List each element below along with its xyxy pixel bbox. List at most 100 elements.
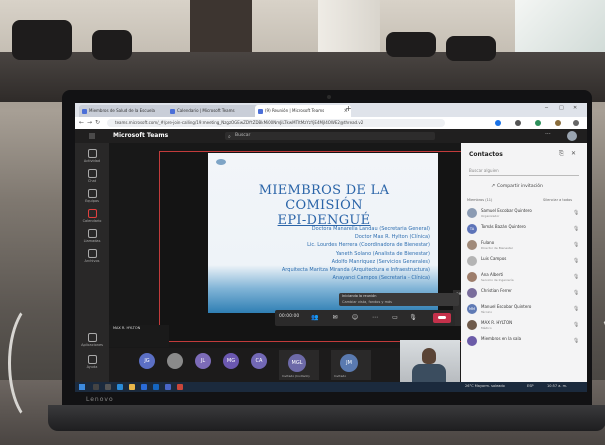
rail-item-help[interactable]: Ayuda xyxy=(75,355,109,369)
chat-icon xyxy=(87,169,97,178)
teams-icon[interactable] xyxy=(165,384,171,390)
clock[interactable]: 10:57 a. m. xyxy=(547,384,567,388)
share-invite-button[interactable]: ↗ Compartir invitación xyxy=(491,183,543,189)
rail-item-files[interactable]: Archivos xyxy=(75,249,109,263)
rail-item-calendar[interactable]: Calendario xyxy=(75,209,109,223)
list-item: Doctor Max R. Hylton (Clínica) xyxy=(354,234,430,241)
rail-item-apps[interactable]: Aplicaciones xyxy=(75,333,109,347)
avatar: MM xyxy=(467,304,477,314)
task-view-icon[interactable] xyxy=(105,384,111,390)
participant-tile[interactable]: MGL Invitado (Invitado) xyxy=(279,350,319,380)
participant-avatar[interactable]: MG xyxy=(223,353,239,369)
rail-item-activity[interactable]: Actividad xyxy=(75,149,109,163)
minimize-icon[interactable]: ─ xyxy=(545,105,548,111)
plus-icon[interactable]: + xyxy=(345,104,352,113)
participant-avatar[interactable] xyxy=(167,353,183,369)
rail-item-chat[interactable]: Chat xyxy=(75,169,109,183)
pop-out-icon[interactable]: ⎘ xyxy=(559,150,564,158)
participant-avatar[interactable]: CA xyxy=(251,353,267,369)
presentation-slide: MIEMBROS DE LA COMISIÓN EPI-DENGUÉ Docto… xyxy=(208,153,438,313)
address-input[interactable]: teams.microsoft.com/_#/pre-join-calling/… xyxy=(107,119,445,127)
avatar: TA xyxy=(467,224,477,234)
slide-title: MIEMBROS DE LA COMISIÓN EPI-DENGUÉ xyxy=(258,183,390,228)
contact-row[interactable]: Luis Campos 🎙 xyxy=(467,255,583,269)
camera-icon[interactable]: ▭ xyxy=(391,314,399,322)
weather-widget[interactable]: 26°C Mayorm. soleado xyxy=(465,384,505,388)
contact-row[interactable]: Christian Ferrer 🎙 xyxy=(467,287,583,301)
contact-row[interactable]: Ana Alberti Servicio de Ingeniería 🎙 xyxy=(467,271,583,285)
extension-icon[interactable] xyxy=(495,120,501,126)
contact-row[interactable]: Samuel Escobar Quintero Organizador 🎙 xyxy=(467,207,583,221)
back-icon[interactable]: ← xyxy=(79,119,84,126)
forward-icon[interactable]: → xyxy=(87,119,92,126)
list-item: Arquitecta Maritza Miranda (Arquitectura… xyxy=(281,267,430,274)
reactions-icon[interactable]: ☺ xyxy=(351,314,359,322)
mail-icon[interactable] xyxy=(153,384,159,390)
app-launcher-icon[interactable] xyxy=(89,133,95,139)
participant-tile[interactable]: JM Invitado xyxy=(331,350,371,380)
folder-icon[interactable] xyxy=(129,384,135,390)
leave-button[interactable] xyxy=(433,313,451,323)
laptop-base xyxy=(48,405,605,431)
help-icon xyxy=(87,355,97,364)
person-head xyxy=(422,348,436,364)
reload-icon[interactable]: ↻ xyxy=(95,119,100,126)
person-body xyxy=(412,364,446,382)
star-icon[interactable] xyxy=(515,120,521,126)
teams-app-rail: Actividad Chat Equipos Calendario Llamad… xyxy=(75,143,109,382)
contact-row[interactable]: Fulano Director de Bienestar 🎙 xyxy=(467,239,583,253)
participants-icon[interactable]: 👥 xyxy=(311,314,319,322)
mute-all-button[interactable]: Silenciar a todos xyxy=(543,198,572,202)
search-icon[interactable] xyxy=(93,384,99,390)
more-options-icon[interactable]: ··· xyxy=(545,131,551,138)
browser-tab[interactable]: Calendario | Microsoft Teams × xyxy=(167,105,263,117)
teams-favicon-icon xyxy=(258,109,263,114)
edge-icon[interactable] xyxy=(117,384,123,390)
microphone-off-icon[interactable]: 🎙 xyxy=(573,226,579,232)
search-input[interactable]: ⌕ Buscar xyxy=(225,132,435,140)
participant-avatar[interactable]: JL xyxy=(195,353,211,369)
profile-icon[interactable] xyxy=(555,120,561,126)
contact-row[interactable]: MAX R. HYLTON Médico 🎙 xyxy=(467,319,583,333)
laptop-screen: Miembros de Salud de la Escuela × Calend… xyxy=(75,103,587,392)
close-icon[interactable]: ✕ xyxy=(571,150,576,157)
contact-row[interactable]: Miembros en la sala 🎙 xyxy=(467,335,583,349)
browser-tab[interactable]: Miembros de Salud de la Escuela × xyxy=(79,105,175,117)
list-item: Adolfo Manriquez (Servicios Generales) xyxy=(331,258,430,265)
list-item: Doctora Manarella Landau (Secretaria Gen… xyxy=(311,226,430,232)
microphone-icon[interactable]: 🎙 xyxy=(409,314,417,322)
list-item: Yaneth Solano (Analista de Bienestar) xyxy=(335,250,430,257)
teams-favicon-icon xyxy=(170,109,175,114)
windows-taskbar: 26°C Mayorm. soleado ESP 10:57 a. m. xyxy=(75,382,587,392)
contact-row[interactable]: TA Tomás Bazán Quintero 🎙 xyxy=(467,223,583,237)
microphone-off-icon[interactable]: 🎙 xyxy=(573,306,579,312)
windows-start-icon[interactable] xyxy=(79,384,85,390)
avatar[interactable] xyxy=(567,131,577,141)
microphone-off-icon[interactable]: 🎙 xyxy=(573,290,579,296)
contact-row[interactable]: MM Manuel Escobar Quintero Técnico 🎙 xyxy=(467,303,583,317)
microphone-off-icon[interactable]: 🎙 xyxy=(573,338,579,344)
maximize-icon[interactable]: □ xyxy=(559,105,564,111)
store-icon[interactable] xyxy=(141,384,147,390)
rail-item-teams[interactable]: Equipos xyxy=(75,189,109,203)
group-header[interactable]: Miembros (11) xyxy=(467,198,492,202)
microphone-off-icon[interactable]: 🎙 xyxy=(573,322,579,328)
chair xyxy=(12,20,72,60)
apps-icon xyxy=(87,333,97,342)
browser-tab-active[interactable]: (9) Reunión | Microsoft Teams × xyxy=(255,105,351,117)
language-indicator[interactable]: ESP xyxy=(527,384,534,388)
chrome-icon[interactable] xyxy=(177,384,183,390)
contacts-search-input[interactable]: Buscar alguien xyxy=(469,167,579,176)
microphone-off-icon[interactable]: 🎙 xyxy=(573,274,579,280)
chair xyxy=(92,30,132,60)
chat-icon[interactable]: ✉ xyxy=(331,314,339,322)
participant-avatar[interactable]: JG xyxy=(139,353,155,369)
extension-icon[interactable] xyxy=(535,120,541,126)
microphone-off-icon[interactable]: 🎙 xyxy=(573,242,579,248)
microphone-off-icon[interactable]: 🎙 xyxy=(573,210,579,216)
more-icon[interactable]: ⋯ xyxy=(371,314,379,322)
rail-item-calls[interactable]: Llamadas xyxy=(75,229,109,243)
microphone-off-icon[interactable]: 🎙 xyxy=(573,258,579,264)
menu-icon[interactable] xyxy=(573,120,579,126)
close-window-icon[interactable]: ✕ xyxy=(573,105,577,111)
